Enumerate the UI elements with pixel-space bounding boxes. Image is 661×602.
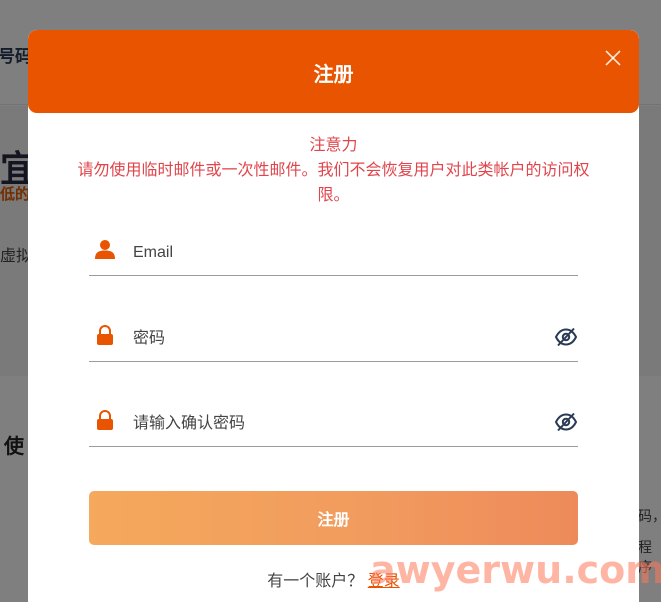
email-input[interactable]	[133, 240, 533, 266]
lock-icon	[94, 409, 116, 431]
login-prompt: 有一个账户？	[267, 573, 364, 590]
notice-body: 请勿使用临时邮件或一次性邮件。我们不会恢复用户对此类帐户的访问权限。	[77, 162, 590, 204]
register-modal: 注册 注意力 请勿使用临时邮件或一次性邮件。我们不会恢复用户对此类帐户的访问权限…	[28, 30, 639, 602]
user-icon	[94, 238, 116, 260]
register-button[interactable]: 注册	[89, 491, 578, 545]
email-field	[89, 232, 578, 276]
confirm-password-field	[89, 403, 578, 447]
eye-hidden-icon[interactable]	[554, 412, 578, 432]
notice-title: 注意力	[309, 137, 358, 154]
modal-header: 注册	[28, 30, 639, 113]
lock-icon	[94, 324, 116, 346]
password-field	[89, 318, 578, 362]
modal-title: 注册	[313, 64, 354, 86]
password-input[interactable]	[133, 326, 533, 352]
eye-hidden-icon[interactable]	[554, 327, 578, 347]
confirm-password-input[interactable]	[133, 411, 533, 437]
close-icon[interactable]	[602, 47, 624, 69]
watermark: awyerwu.com	[370, 548, 661, 592]
notice: 注意力 请勿使用临时邮件或一次性邮件。我们不会恢复用户对此类帐户的访问权限。	[68, 133, 599, 208]
